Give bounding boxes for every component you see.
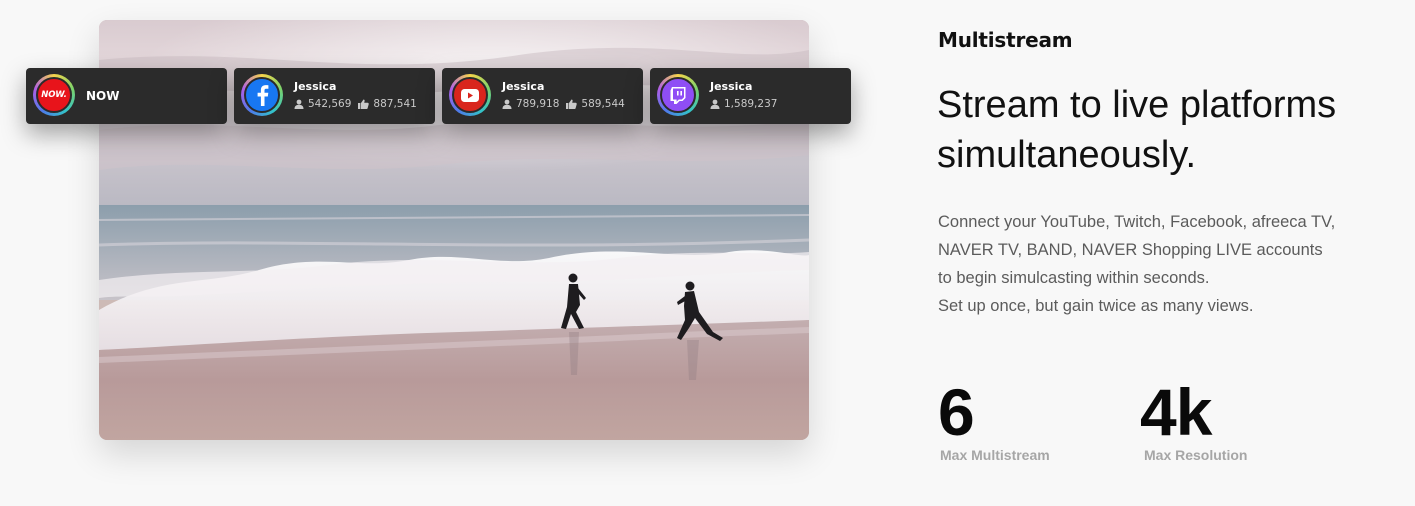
twitch-icon [660,77,696,113]
headline-line: simultaneously. [937,134,1197,176]
description-line: Set up once, but gain twice as many view… [938,297,1254,315]
viewer-count: 789,918 [516,98,560,110]
youtube-icon [452,77,488,113]
metric-label-max-resolution: Max Resolution [1144,447,1248,463]
viewer-icon [710,99,720,109]
thumbs-up-icon [358,99,370,109]
platform-logo-ring [657,74,699,116]
section-headline: Stream to live platforms simultaneously. [937,80,1397,180]
now-logo-icon: NOW. [36,77,72,113]
platform-logo-ring [241,74,283,116]
metric-label-max-multistream: Max Multistream [940,447,1050,463]
platform-stats: 1,589,237 [710,98,784,110]
section-eyebrow: Multistream [938,28,1073,52]
platform-card-now[interactable]: NOW. NOW [26,68,227,124]
platform-stats: 542,569 887,541 [294,98,424,110]
platform-user-name: Jessica [502,80,545,93]
viewer-count: 1,589,237 [724,98,778,110]
viewer-icon [502,99,512,109]
now-logo-text: NOW. [41,90,67,100]
facebook-icon [244,77,280,113]
platform-logo-ring [449,74,491,116]
metric-value-max-resolution: 4k [1140,375,1212,449]
platform-name: NOW [86,89,120,103]
platform-stats: 789,918 589,544 [502,98,632,110]
thumbs-up-icon [566,99,578,109]
viewer-icon [294,99,304,109]
section-description: Connect your YouTube, Twitch, Facebook, … [938,208,1388,320]
description-line: NAVER TV, BAND, NAVER Shopping LIVE acco… [938,241,1323,259]
platform-logo-ring: NOW. [33,74,75,116]
metric-value-max-multistream: 6 [938,375,975,449]
headline-line: Stream to live platforms [937,84,1337,126]
like-count: 887,541 [373,98,417,110]
viewer-count: 542,569 [308,98,352,110]
platform-user-name: Jessica [294,80,337,93]
description-line: to begin simulcasting within seconds. [938,269,1210,287]
platform-card-twitch[interactable]: Jessica 1,589,237 [650,68,851,124]
like-count: 589,544 [581,98,625,110]
platform-card-youtube[interactable]: Jessica 789,918 589,544 [442,68,643,124]
description-line: Connect your YouTube, Twitch, Facebook, … [938,213,1336,231]
platform-card-facebook[interactable]: Jessica 542,569 887,541 [234,68,435,124]
platform-user-name: Jessica [710,80,753,93]
